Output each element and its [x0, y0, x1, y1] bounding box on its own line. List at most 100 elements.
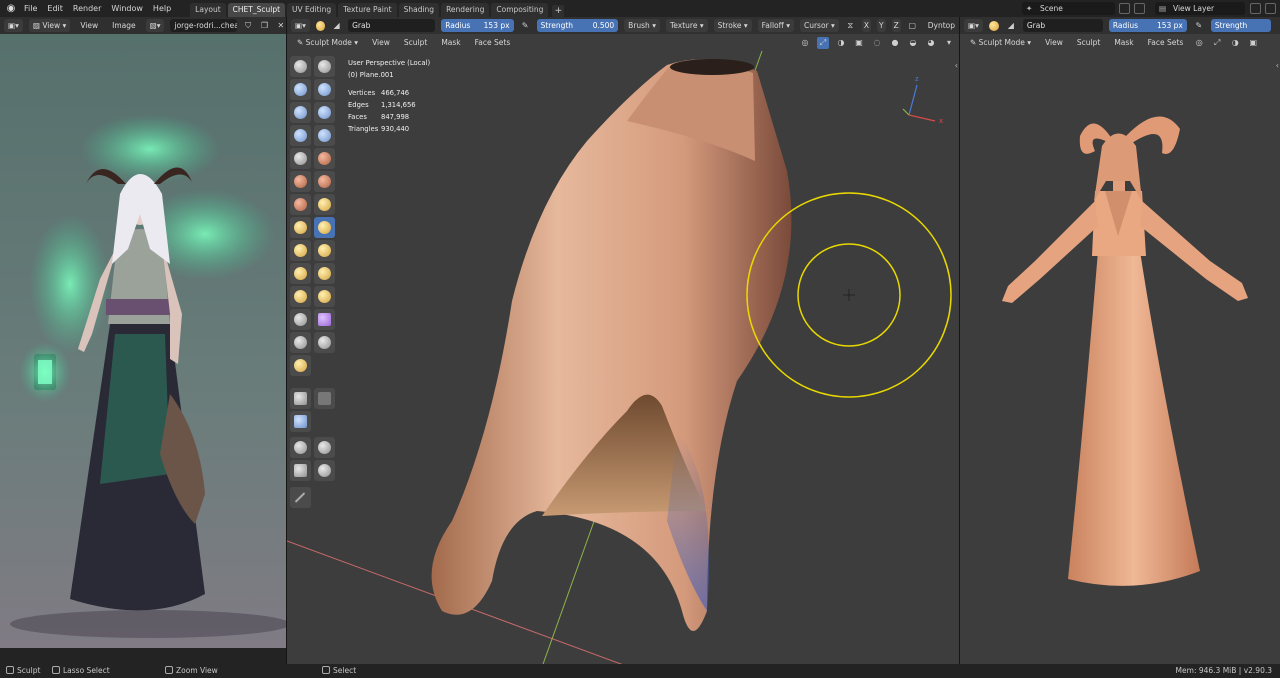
tool-pose[interactable] — [314, 263, 335, 284]
xray-icon[interactable]: ▣ — [1247, 37, 1259, 49]
scene-selector[interactable]: ✦ Scene — [1022, 2, 1115, 15]
brush-name-field[interactable]: Grab — [348, 19, 436, 32]
dyntopo-toggle[interactable]: Dyntop — [924, 19, 959, 32]
brush-type-icon[interactable]: ◢ — [1005, 20, 1017, 32]
falloff-dropdown[interactable]: Falloff ▾ — [757, 19, 794, 32]
menu-mask[interactable]: Mask — [1110, 36, 1137, 49]
tab-uv-editing[interactable]: UV Editing — [287, 3, 337, 17]
shading-rendered-icon[interactable]: ◕ — [925, 37, 937, 49]
gizmo-toggle-icon[interactable]: ⤢ — [817, 36, 829, 49]
menu-render[interactable]: Render — [68, 0, 106, 17]
viewport-canvas[interactable]: z x — [287, 51, 959, 664]
unlink-image-icon[interactable]: ✕ — [276, 20, 286, 32]
tool-boundary[interactable] — [314, 309, 335, 330]
visibility-icon[interactable]: ◎ — [1193, 37, 1205, 49]
menu-window[interactable]: Window — [106, 0, 148, 17]
tool-fill[interactable] — [314, 171, 335, 192]
overlay-icon[interactable]: ◑ — [1229, 37, 1241, 49]
new-image-icon[interactable]: ❐ — [259, 20, 269, 32]
gizmo-y-axis[interactable] — [902, 108, 910, 116]
shading-solid-icon[interactable]: ● — [889, 37, 901, 49]
tool-clay[interactable] — [290, 79, 311, 100]
symmetry-icon[interactable]: ⧖ — [845, 20, 856, 32]
brush-preview-icon[interactable] — [988, 20, 999, 31]
stroke-dropdown[interactable]: Stroke ▾ — [713, 19, 752, 32]
tab-layout[interactable]: Layout — [190, 3, 226, 17]
tool-cloth[interactable] — [290, 332, 311, 353]
brush-preview-icon[interactable] — [315, 20, 326, 31]
menu-sculpt[interactable]: Sculpt — [400, 36, 431, 49]
lock-icon[interactable]: ▢ — [907, 20, 918, 32]
overlay-icon[interactable]: ◑ — [835, 37, 847, 49]
pen-pressure-icon[interactable]: ✎ — [520, 20, 531, 32]
menu-help[interactable]: Help — [148, 0, 176, 17]
tab-texture-paint[interactable]: Texture Paint — [338, 3, 397, 17]
tool-move[interactable] — [290, 437, 311, 458]
new-view-layer-icon[interactable] — [1250, 3, 1261, 14]
tool-smooth[interactable] — [314, 148, 335, 169]
pen-pressure-icon[interactable]: ✎ — [1193, 20, 1205, 32]
tool-scale[interactable] — [290, 460, 311, 481]
strength-slider[interactable]: Strength — [1210, 19, 1271, 32]
tool-draw-sharp[interactable] — [314, 56, 335, 77]
editor-type-dropdown[interactable]: ▣▾ — [291, 19, 310, 32]
tool-crease[interactable] — [290, 148, 311, 169]
tool-rotate[interactable] — [314, 286, 335, 307]
add-workspace-button[interactable]: + — [552, 5, 565, 17]
brush-dropdown[interactable]: Brush ▾ — [624, 19, 660, 32]
editor-type-dropdown[interactable]: ▣▾ — [964, 19, 983, 32]
xray-icon[interactable]: ▣ — [853, 37, 865, 49]
tool-nudge[interactable] — [290, 286, 311, 307]
menu-image[interactable]: Image — [108, 19, 140, 32]
tool-slide-relax[interactable] — [290, 309, 311, 330]
sidebar-toggle-icon[interactable]: ‹ — [955, 61, 958, 70]
shading-material-icon[interactable]: ◒ — [907, 37, 919, 49]
gizmo-toggle-icon[interactable]: ⤢ — [1211, 37, 1223, 49]
tool-clay-strips[interactable] — [314, 79, 335, 100]
tool-flatten[interactable] — [290, 171, 311, 192]
new-scene-icon[interactable] — [1119, 3, 1130, 14]
tool-layer[interactable] — [314, 102, 335, 123]
fake-user-icon[interactable]: ⛉ — [243, 20, 253, 32]
blender-logo-icon[interactable]: ◉ — [3, 0, 19, 17]
tool-multiplane-scrape[interactable] — [314, 194, 335, 215]
mode-selector[interactable]: ✎ Sculpt Mode ▾ — [293, 36, 362, 49]
cursor-dropdown[interactable]: Cursor ▾ — [799, 19, 839, 32]
tool-elastic-deform[interactable] — [290, 240, 311, 261]
tool-simplify[interactable] — [314, 332, 335, 353]
tab-chet-sculpt[interactable]: CHET_Sculpt — [227, 3, 286, 17]
image-browse-icon[interactable]: ▧▾ — [145, 19, 165, 32]
tool-box-mask[interactable] — [290, 388, 311, 409]
strength-slider[interactable]: Strength 0.500 — [536, 19, 619, 32]
tool-clay-thumb[interactable] — [290, 102, 311, 123]
menu-face-sets[interactable]: Face Sets — [1144, 36, 1188, 49]
tool-blob[interactable] — [314, 125, 335, 146]
brush-name-field[interactable]: Grab — [1022, 19, 1103, 32]
tool-box-face-set[interactable] — [290, 411, 311, 432]
gizmo-x-axis[interactable] — [908, 114, 936, 122]
menu-edit[interactable]: Edit — [42, 0, 68, 17]
image-name-field[interactable]: jorge-rodri...cheaker.jpg — [170, 19, 238, 32]
menu-view[interactable]: View — [368, 36, 394, 49]
view-layer-selector[interactable]: ▤ View Layer — [1155, 2, 1245, 15]
reference-image-canvas[interactable] — [0, 34, 286, 648]
mirror-x-toggle[interactable]: X — [861, 19, 871, 32]
tool-inflate[interactable] — [290, 125, 311, 146]
tool-scrape[interactable] — [290, 194, 311, 215]
menu-sculpt[interactable]: Sculpt — [1073, 36, 1104, 49]
shading-options-icon[interactable]: ▾ — [943, 37, 955, 49]
editor-type-dropdown[interactable]: ▣▾ — [4, 19, 23, 32]
tab-rendering[interactable]: Rendering — [441, 3, 490, 17]
tool-transform[interactable] — [314, 460, 335, 481]
menu-view[interactable]: View — [76, 19, 102, 32]
mirror-z-toggle[interactable]: Z — [891, 19, 901, 32]
tool-rotate-transform[interactable] — [314, 437, 335, 458]
radius-slider[interactable]: Radius 153 px — [1108, 19, 1187, 32]
tab-compositing[interactable]: Compositing — [491, 3, 549, 17]
tool-grab[interactable] — [314, 217, 335, 238]
tool-snake-hook[interactable] — [314, 240, 335, 261]
menu-face-sets[interactable]: Face Sets — [471, 36, 515, 49]
tool-pinch[interactable] — [290, 217, 311, 238]
mirror-y-toggle[interactable]: Y — [876, 19, 886, 32]
gizmo-z-axis[interactable] — [908, 84, 918, 116]
